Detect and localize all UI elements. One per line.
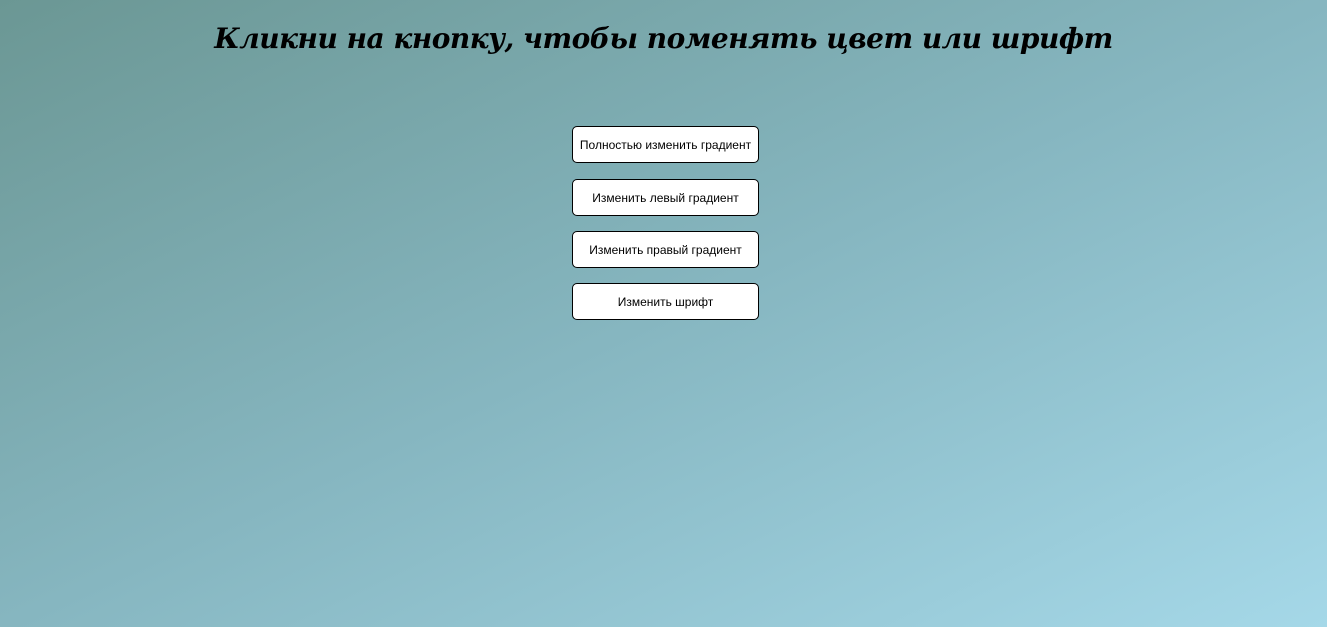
button-group: Полностью изменить градиент Изменить лев… [572,126,759,336]
change-left-gradient-button[interactable]: Изменить левый градиент [572,179,759,216]
change-right-gradient-button[interactable]: Изменить правый градиент [572,231,759,268]
change-full-gradient-button[interactable]: Полностью изменить градиент [572,126,759,163]
change-font-button[interactable]: Изменить шрифт [572,283,759,320]
page-title: Кликни на кнопку, чтобы поменять цвет ил… [214,22,1113,55]
